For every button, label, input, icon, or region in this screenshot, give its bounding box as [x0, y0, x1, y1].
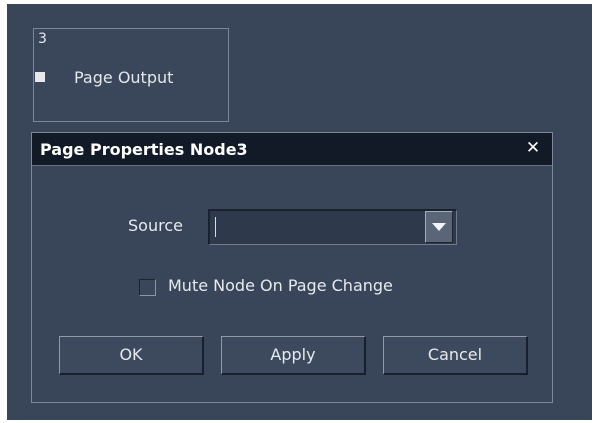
node-id: 3 [38, 31, 47, 47]
apply-button[interactable]: Apply [221, 336, 366, 375]
close-icon[interactable]: ✕ [524, 138, 542, 158]
source-dropdown-field[interactable] [208, 209, 457, 245]
page-properties-dialog: Page Properties Node3 ✕ Source Mute Node… [31, 132, 553, 403]
source-label: Source [128, 216, 183, 235]
node-label: Page Output [74, 68, 174, 87]
page-output-node[interactable]: 3 Page Output [33, 28, 229, 122]
mute-node-checkbox[interactable] [139, 279, 156, 296]
text-caret [215, 217, 216, 237]
ok-button[interactable]: OK [59, 336, 204, 375]
chevron-down-icon [432, 223, 446, 231]
mute-node-label[interactable]: Mute Node On Page Change [168, 276, 393, 295]
node-editor-canvas[interactable]: 3 Page Output Page Properties Node3 ✕ So… [7, 4, 592, 420]
node-input-port[interactable] [35, 72, 45, 82]
dialog-title: Page Properties Node3 [40, 140, 248, 159]
dialog-titlebar[interactable]: Page Properties Node3 ✕ [32, 133, 552, 166]
cancel-button[interactable]: Cancel [383, 336, 528, 375]
source-dropdown-button[interactable] [425, 211, 453, 243]
